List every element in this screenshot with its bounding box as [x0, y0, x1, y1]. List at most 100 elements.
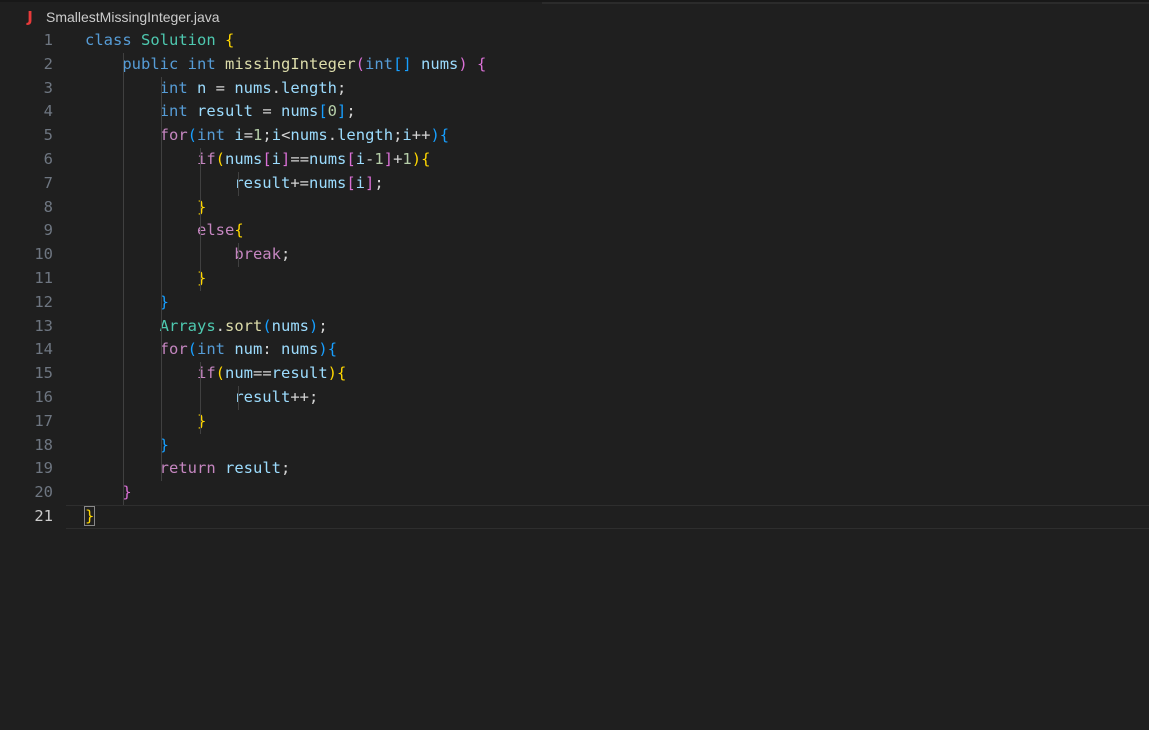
file-tab[interactable]: J SmallestMissingInteger.java [22, 4, 219, 30]
code-token: = [243, 126, 254, 145]
line-number: 11 [34, 268, 53, 287]
code-line[interactable]: 12 } [0, 291, 1149, 315]
code-token: for [159, 126, 188, 145]
code-editor[interactable]: 1 class Solution {2 public int missingInt… [0, 29, 1149, 529]
code-token: ) [430, 126, 440, 145]
code-token: i [355, 173, 365, 192]
code-line[interactable]: 9 else{ [0, 219, 1149, 243]
line-number: 6 [43, 149, 53, 168]
code-line[interactable]: 4 int result = nums[0]; [0, 100, 1149, 124]
code-text: if(nums[i]==nums[i-1]+1){ [85, 148, 430, 172]
code-token: [ [346, 149, 356, 168]
code-text: result+=nums[i]; [85, 172, 383, 196]
editor-window: J SmallestMissingInteger.java 1 class Sol… [0, 0, 1149, 730]
code-token: = [253, 102, 281, 121]
code-token: } [83, 505, 96, 526]
code-token: nums [281, 340, 319, 359]
code-line[interactable]: 16 result++; [0, 386, 1149, 410]
code-text: } [83, 505, 96, 529]
code-token: missingInteger [225, 54, 356, 73]
code-token: { [477, 54, 487, 73]
code-token: 0 [327, 102, 338, 121]
code-token: . [327, 126, 338, 145]
code-line[interactable]: 18 } [0, 434, 1149, 458]
code-line[interactable]: 21} [0, 504, 1149, 529]
code-token: [ [346, 173, 356, 192]
code-token: ; [280, 245, 291, 264]
code-token: { [225, 31, 235, 49]
code-text: break; [85, 243, 290, 267]
code-line[interactable]: 11 } [0, 267, 1149, 291]
code-token: } [196, 411, 207, 430]
line-number: 21 [34, 506, 53, 525]
code-line[interactable]: 3 int n = nums.length; [0, 77, 1149, 101]
indent-guide [238, 171, 240, 196]
line-number: 13 [34, 316, 53, 335]
code-line[interactable]: 5 for(int i=1;i<nums.length;i++){ [0, 124, 1149, 148]
code-text: } [85, 267, 206, 291]
code-token: ; [337, 78, 347, 97]
code-line[interactable]: 6 if(nums[i]==nums[i-1]+1){ [0, 148, 1149, 172]
code-token: result [197, 102, 253, 121]
code-line[interactable]: 2 public int missingInteger(int[] nums) … [0, 53, 1149, 77]
code-line[interactable]: 13 Arrays.sort(nums); [0, 315, 1149, 339]
code-text: int result = nums[0]; [85, 100, 356, 124]
code-token: else [196, 221, 235, 240]
code-text: } [85, 291, 169, 315]
line-number: 7 [43, 173, 53, 192]
code-token: result [234, 387, 291, 406]
code-token: } [196, 268, 207, 287]
code-text: result++; [85, 386, 318, 410]
code-token: { [337, 364, 347, 383]
code-line[interactable]: 8 } [0, 196, 1149, 220]
line-number: 18 [34, 435, 53, 454]
line-number: 16 [34, 387, 53, 406]
code-line[interactable]: 7 result+=nums[i]; [0, 172, 1149, 196]
code-token: nums [281, 102, 319, 121]
code-line[interactable]: 19 return result; [0, 457, 1149, 481]
code-token: ) [309, 316, 319, 335]
code-line[interactable]: 17 } [0, 410, 1149, 434]
line-number: 8 [43, 197, 53, 216]
code-token: . [271, 78, 282, 97]
code-token: ( [187, 340, 197, 359]
line-number: 20 [34, 483, 53, 502]
code-token: result [234, 173, 291, 192]
code-token: return [159, 459, 216, 478]
code-text: } [85, 434, 169, 458]
code-token: sort [225, 316, 263, 335]
code-token: { [234, 221, 244, 240]
code-token: ( [355, 54, 366, 73]
line-number: 12 [34, 292, 53, 311]
code-text: public int missingInteger(int[] nums) { [85, 53, 486, 77]
code-token: int [197, 126, 225, 145]
tab-bar-divider [542, 2, 1149, 4]
code-line[interactable]: 14 for(int num: nums){ [0, 338, 1149, 362]
code-token: public [122, 54, 179, 73]
indent-guide [238, 243, 240, 267]
code-line[interactable]: 20 } [0, 481, 1149, 505]
code-line[interactable]: 15 if(num==result){ [0, 362, 1149, 386]
code-token: ++ [411, 126, 431, 145]
code-token: ] [365, 173, 375, 192]
code-token: { [421, 149, 431, 168]
line-number: 10 [34, 245, 53, 264]
indent-guide [199, 148, 201, 291]
code-line[interactable]: 1 class Solution { [0, 29, 1149, 53]
code-line[interactable]: 10 break; [0, 243, 1149, 267]
code-token: { [327, 340, 338, 359]
code-token: += [290, 173, 309, 192]
